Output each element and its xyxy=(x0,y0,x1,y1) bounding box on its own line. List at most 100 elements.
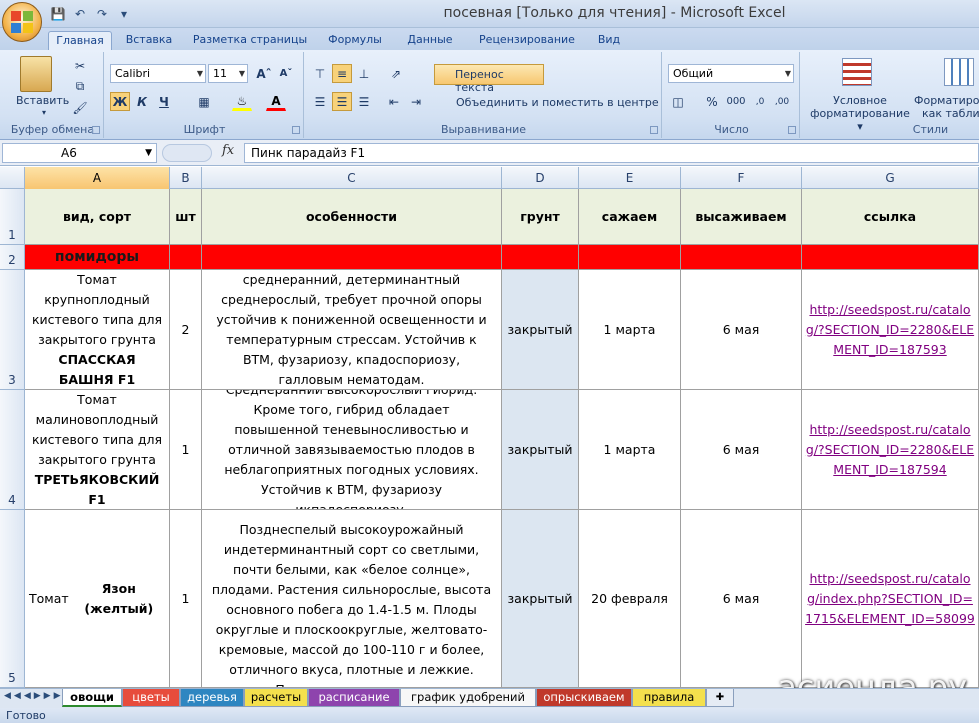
chevron-down-icon[interactable]: ▼ xyxy=(145,144,152,162)
align-left-icon[interactable]: ☰ xyxy=(310,92,330,111)
cell-sow-date[interactable]: 1 марта xyxy=(579,270,681,390)
sheet-tab-vegetables[interactable]: овощи xyxy=(62,689,122,707)
italic-button[interactable]: К xyxy=(132,92,152,111)
header-cell-transplant[interactable]: высаживаем xyxy=(681,189,802,245)
sheet-tab-flowers[interactable]: цветы xyxy=(122,689,180,707)
cell-soil[interactable]: закрытый xyxy=(502,270,579,390)
paste-icon[interactable] xyxy=(20,56,52,92)
font-name-combo[interactable]: Calibri ▼ xyxy=(110,64,206,83)
cell-variety[interactable]: Томат Язон (желтый) xyxy=(25,510,170,688)
increase-indent-icon[interactable]: ⇥ xyxy=(406,92,426,111)
increase-decimal-icon[interactable]: ,0 xyxy=(750,92,770,111)
insert-function-button[interactable]: fx xyxy=(222,143,242,163)
clipboard-launcher-icon[interactable] xyxy=(92,126,100,134)
name-box[interactable]: A6 ▼ xyxy=(2,143,157,163)
sheet-tab-fertilizer[interactable]: график удобрений xyxy=(400,689,536,707)
format-as-table-icon[interactable] xyxy=(944,58,974,86)
column-header-a[interactable]: A xyxy=(25,167,170,189)
format-as-table-button[interactable]: Форматиро как табли xyxy=(914,94,979,120)
bold-button[interactable]: Ж xyxy=(110,92,130,111)
tab-data[interactable]: Данные xyxy=(398,31,462,50)
formula-bar-grip[interactable] xyxy=(162,144,212,162)
cell-soil[interactable]: закрытый xyxy=(502,510,579,688)
tab-page-layout[interactable]: Разметка страницы xyxy=(188,31,312,50)
select-all-corner[interactable] xyxy=(0,167,25,189)
cell-sow-date[interactable]: 1 марта xyxy=(579,390,681,510)
underline-button[interactable]: Ч xyxy=(154,92,174,111)
row-header-2[interactable]: 2 xyxy=(0,245,25,270)
cell-transplant-date[interactable]: 6 мая xyxy=(681,390,802,510)
percent-button[interactable]: % xyxy=(702,92,722,111)
sheet-tab-calculations[interactable]: расчеты xyxy=(244,689,308,707)
seed-link[interactable]: http://seedspost.ru/catalog/index.php?SE… xyxy=(804,569,976,629)
align-middle-icon[interactable]: ≡ xyxy=(332,64,352,83)
cell-features[interactable]: Позднеспелый высокоурожайный индетермина… xyxy=(202,510,502,688)
borders-icon[interactable]: ▦ xyxy=(194,92,214,111)
sheet-tab-schedule[interactable]: расписание xyxy=(308,689,400,707)
row-header-3[interactable]: 3 xyxy=(0,270,25,390)
row-header-4[interactable]: 4 xyxy=(0,390,25,510)
conditional-formatting-icon[interactable] xyxy=(842,58,872,86)
cut-icon[interactable]: ✂ xyxy=(70,56,90,75)
cell-sow-date[interactable]: 20 февраля xyxy=(579,510,681,688)
decrease-indent-icon[interactable]: ⇤ xyxy=(384,92,404,111)
cell-transplant-date[interactable]: 6 мая xyxy=(681,270,802,390)
currency-icon[interactable]: ◫ xyxy=(668,92,688,111)
cell-variety[interactable]: Томат малиновоплодный кистевого типа для… xyxy=(25,390,170,510)
office-button[interactable] xyxy=(2,2,42,42)
decrease-decimal-icon[interactable]: ,00 xyxy=(772,92,792,111)
sheet-tab-rules[interactable]: правила xyxy=(632,689,706,707)
cell-variety[interactable]: Томат крупноплодный кистевого типа для з… xyxy=(25,270,170,390)
column-header-b[interactable]: B xyxy=(170,167,202,189)
column-header-f[interactable]: F xyxy=(681,167,802,189)
paste-dropdown-icon[interactable]: ▾ xyxy=(42,108,46,117)
paste-button[interactable]: Вставить xyxy=(16,94,69,107)
font-color-icon[interactable]: A xyxy=(266,92,286,111)
row-header-5[interactable]: 5 xyxy=(0,510,25,688)
number-format-combo[interactable]: Общий ▼ xyxy=(668,64,794,83)
header-cell-link[interactable]: ссылка xyxy=(802,189,979,245)
number-launcher-icon[interactable] xyxy=(788,126,796,134)
font-launcher-icon[interactable] xyxy=(292,126,300,134)
cell-features[interactable]: Среднеранний высокорослый гибрид. Кроме … xyxy=(202,390,502,510)
cell-qty[interactable]: 1 xyxy=(170,510,202,688)
cell-link[interactable]: http://seedspost.ru/catalog/?SECTION_ID=… xyxy=(802,390,979,510)
section-cell-tomatoes[interactable]: помидоры xyxy=(25,245,170,270)
header-cell-qty[interactable]: шт xyxy=(170,189,202,245)
alignment-launcher-icon[interactable] xyxy=(650,126,658,134)
copy-icon[interactable]: ⧉ xyxy=(70,77,90,96)
cell-qty[interactable]: 2 xyxy=(170,270,202,390)
section-cell[interactable] xyxy=(579,245,681,270)
column-header-d[interactable]: D xyxy=(502,167,579,189)
header-cell-features[interactable]: особенности xyxy=(202,189,502,245)
shrink-font-icon[interactable]: Aˇ xyxy=(276,64,296,83)
wrap-text-button[interactable]: Перенос текста xyxy=(434,64,544,94)
header-cell-soil[interactable]: грунт xyxy=(502,189,579,245)
seed-link[interactable]: http://seedspost.ru/catalog/?SECTION_ID=… xyxy=(804,420,976,480)
column-header-c[interactable]: C xyxy=(202,167,502,189)
grow-font-icon[interactable]: Aˆ xyxy=(254,64,274,83)
header-cell-sow[interactable]: сажаем xyxy=(579,189,681,245)
tab-view[interactable]: Вид xyxy=(590,31,628,50)
section-cell[interactable] xyxy=(202,245,502,270)
cell-features[interactable]: среднеранний, детерминантный среднерослы… xyxy=(202,270,502,390)
cell-transplant-date[interactable]: 6 мая xyxy=(681,510,802,688)
tab-home[interactable]: Главная xyxy=(48,31,112,50)
font-size-combo[interactable]: 11 ▼ xyxy=(208,64,248,83)
section-cell[interactable] xyxy=(170,245,202,270)
column-header-g[interactable]: G xyxy=(802,167,979,189)
align-center-icon[interactable]: ☰ xyxy=(332,92,352,111)
cell-link[interactable]: http://seedspost.ru/catalog/?SECTION_ID=… xyxy=(802,270,979,390)
section-cell[interactable] xyxy=(802,245,979,270)
align-bottom-icon[interactable]: ⊥ xyxy=(354,64,374,83)
format-painter-icon[interactable]: 🖌 xyxy=(70,98,90,117)
cell-link[interactable]: http://seedspost.ru/catalog/index.php?SE… xyxy=(802,510,979,688)
orientation-icon[interactable]: ⇗ xyxy=(386,64,406,83)
formula-input[interactable]: Пинк парадайз F1 xyxy=(244,143,979,163)
section-cell[interactable] xyxy=(502,245,579,270)
align-right-icon[interactable]: ☰ xyxy=(354,92,374,111)
insert-sheet-icon[interactable]: ✚ xyxy=(706,689,734,707)
tab-review[interactable]: Рецензирование xyxy=(472,31,582,50)
thousands-button[interactable]: 000 xyxy=(724,92,748,111)
sheet-tab-spraying[interactable]: опрыскиваем xyxy=(536,689,632,707)
